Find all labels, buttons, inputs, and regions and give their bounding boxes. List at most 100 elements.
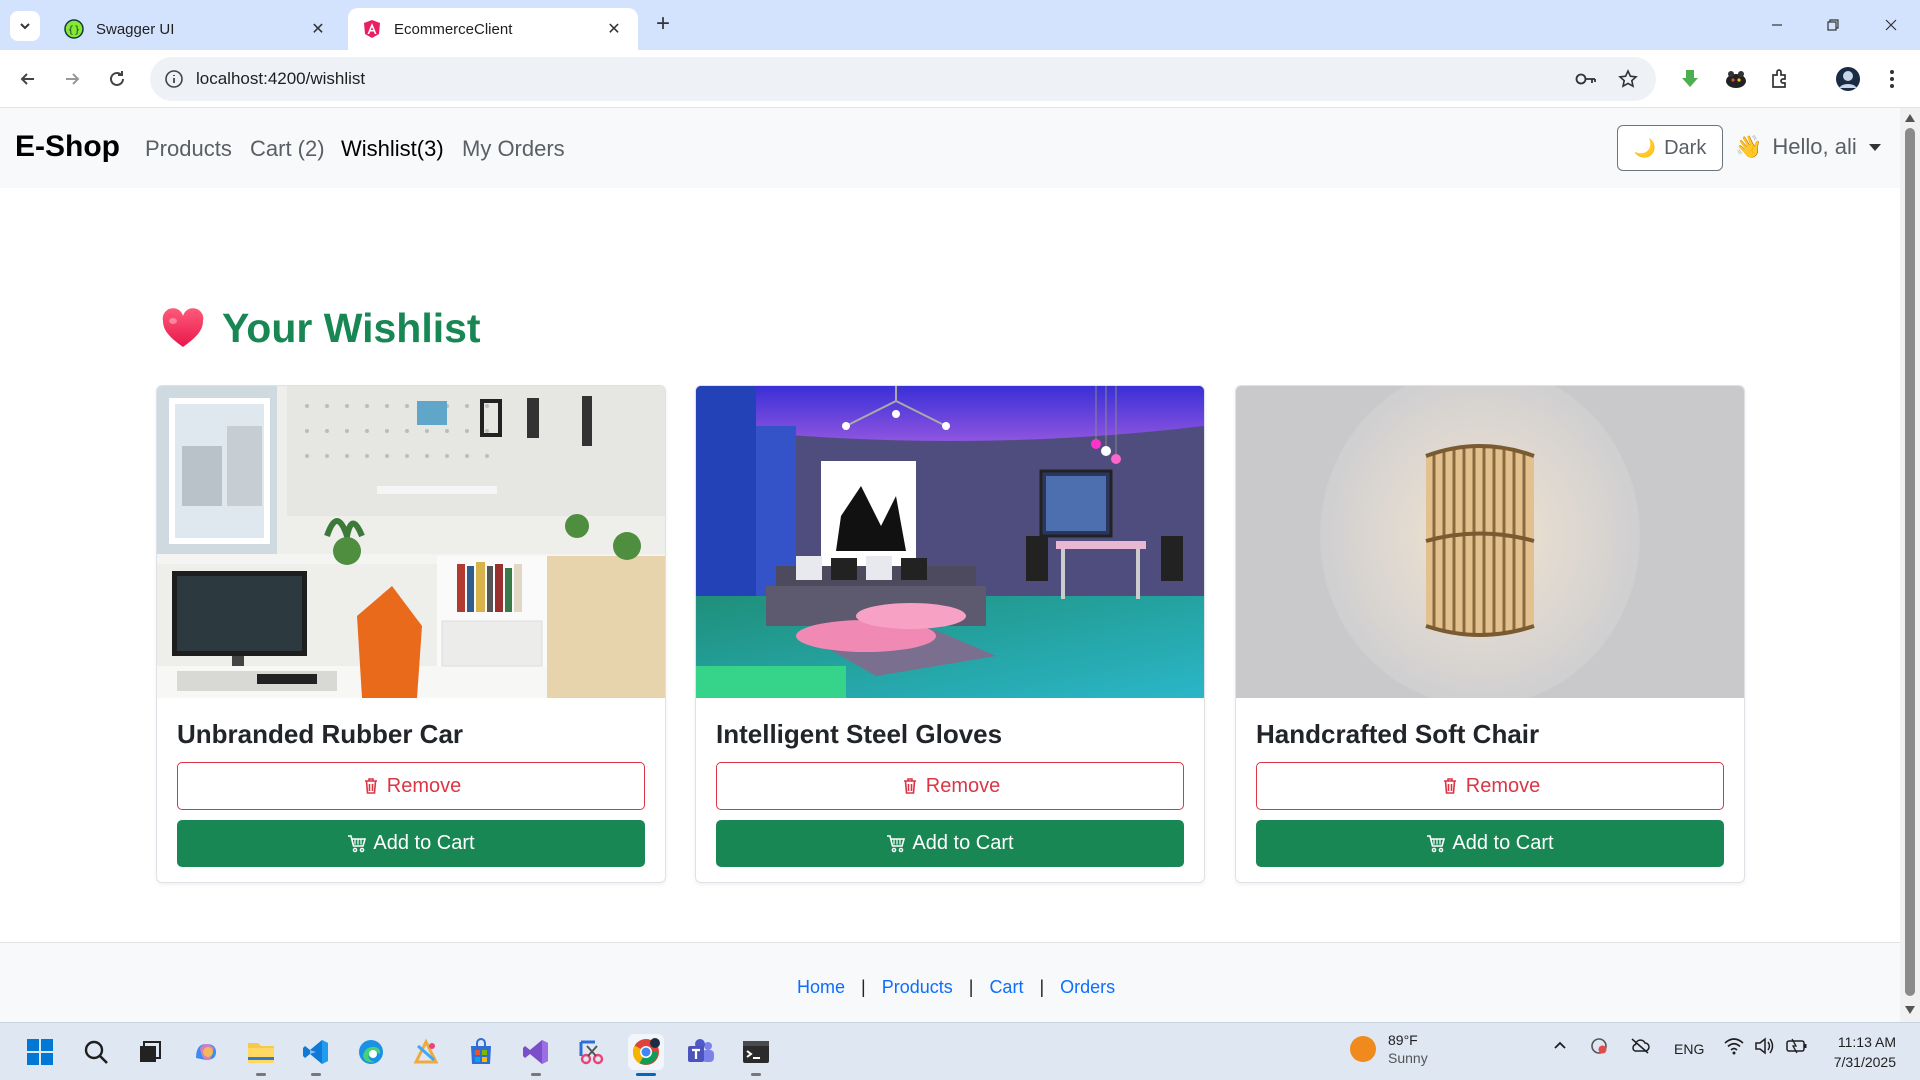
remove-button[interactable]: Remove: [177, 762, 645, 810]
close-icon[interactable]: ✕: [308, 19, 328, 39]
close-icon[interactable]: ✕: [604, 19, 624, 39]
wifi-icon[interactable]: [1724, 1037, 1744, 1058]
tab-ecommerce-client[interactable]: EcommerceClient ✕: [348, 8, 638, 50]
weather-description: Sunny: [1388, 1050, 1428, 1066]
card-body: Handcrafted Soft Chair Remove Add to Car…: [1256, 714, 1724, 867]
chrome-browser-icon[interactable]: [628, 1034, 664, 1076]
remove-button[interactable]: Remove: [716, 762, 1184, 810]
search-icon[interactable]: [78, 1034, 114, 1070]
bookmark-star-icon[interactable]: [1616, 69, 1640, 89]
password-key-icon[interactable]: [1574, 69, 1598, 89]
nav-link-cart[interactable]: Cart (2): [250, 136, 325, 162]
cart-icon: [348, 834, 367, 852]
user-dropdown[interactable]: 👋 Hello, ali: [1735, 134, 1881, 160]
nav-link-wishlist[interactable]: Wishlist(3): [341, 136, 444, 162]
address-bar[interactable]: localhost:4200/wishlist: [150, 57, 1656, 101]
remove-button[interactable]: Remove: [1256, 762, 1724, 810]
remove-label: Remove: [386, 774, 462, 797]
footer-links: Home | Products | Cart | Orders: [797, 977, 1115, 998]
cart-label: Add to Cart: [1452, 832, 1554, 854]
wishlist-card: Intelligent Steel Gloves Remove Add to C…: [695, 385, 1205, 883]
edge-browser-icon[interactable]: [353, 1034, 389, 1070]
footer-link-cart[interactable]: Cart: [989, 977, 1023, 998]
puzzle-extensions-icon[interactable]: [1764, 63, 1796, 95]
footer-link-home[interactable]: Home: [797, 977, 845, 998]
footer-link-products[interactable]: Products: [882, 977, 953, 998]
file-explorer-icon[interactable]: [243, 1034, 279, 1076]
cart-icon: [1427, 834, 1446, 852]
user-greeting: Hello, ali: [1772, 134, 1857, 159]
trash-icon: [1443, 778, 1456, 794]
copilot-icon[interactable]: [188, 1034, 224, 1070]
remove-label: Remove: [925, 774, 1001, 797]
add-to-cart-button[interactable]: Add to Cart: [1256, 820, 1724, 867]
nav-link-products[interactable]: Products: [145, 136, 232, 162]
weather-temperature: 89°F: [1388, 1032, 1418, 1048]
page-title: Your Wishlist: [222, 305, 481, 351]
add-to-cart-button[interactable]: Add to Cart: [177, 820, 645, 867]
store-icon[interactable]: [463, 1034, 499, 1070]
product-image[interactable]: [157, 386, 665, 698]
teams-icon[interactable]: [683, 1034, 719, 1070]
url-text[interactable]: localhost:4200/wishlist: [196, 69, 365, 89]
site-footer: Home | Products | Cart | Orders: [0, 942, 1900, 1022]
new-tab-plus-icon[interactable]: +: [650, 12, 676, 38]
visual-studio-icon[interactable]: [518, 1034, 554, 1076]
chevron-up-icon[interactable]: [1552, 1037, 1568, 1056]
scroll-down-arrow-icon[interactable]: [1905, 1006, 1915, 1014]
reload-icon[interactable]: [101, 63, 133, 95]
download-extension-icon[interactable]: [1674, 63, 1706, 95]
tab-swagger-ui[interactable]: {} Swagger UI ✕: [50, 8, 342, 50]
add-to-cart-button[interactable]: Add to Cart: [716, 820, 1184, 867]
back-arrow-icon[interactable]: [12, 63, 44, 95]
minimize-icon[interactable]: [1762, 12, 1792, 38]
language-indicator[interactable]: ENG: [1674, 1041, 1704, 1057]
caret-down-icon: [1868, 143, 1881, 151]
card-body: Intelligent Steel Gloves Remove Add to C…: [716, 714, 1184, 867]
site-info-icon[interactable]: [164, 69, 184, 89]
vscode-icon[interactable]: [298, 1034, 334, 1076]
cloud-offline-icon[interactable]: [1630, 1037, 1650, 1058]
battery-icon[interactable]: [1786, 1037, 1808, 1058]
restore-icon[interactable]: [1818, 12, 1848, 38]
running-indicator: [751, 1073, 761, 1076]
scroll-up-arrow-icon[interactable]: [1905, 114, 1915, 122]
swagger-favicon-icon: {}: [64, 19, 84, 39]
weather-widget[interactable]: 89°F Sunny: [1350, 1031, 1428, 1067]
page-scrollbar[interactable]: [1900, 108, 1920, 1022]
footer-link-orders[interactable]: Orders: [1060, 977, 1115, 998]
running-indicator: [531, 1073, 541, 1076]
task-view-icon[interactable]: [132, 1034, 168, 1070]
running-indicator: [636, 1073, 656, 1076]
product-name: Handcrafted Soft Chair: [1256, 719, 1540, 749]
product-image[interactable]: [1236, 386, 1744, 698]
volume-icon[interactable]: [1754, 1037, 1774, 1058]
brand-logo[interactable]: E-Shop: [15, 130, 120, 164]
scroll-thumb[interactable]: [1905, 128, 1915, 996]
dark-mode-toggle-button[interactable]: 🌙 Dark: [1617, 125, 1723, 171]
window-close-icon[interactable]: [1876, 12, 1906, 38]
nav-link-my-orders[interactable]: My Orders: [462, 136, 565, 162]
terminal-icon[interactable]: [738, 1034, 774, 1076]
product-image[interactable]: [696, 386, 1204, 698]
windows-taskbar: 89°F Sunny ENG 11:13 AM 7/31/2025: [0, 1022, 1920, 1080]
system-clock[interactable]: 11:13 AM 7/31/2025: [1820, 1032, 1896, 1072]
chevron-down-icon: [20, 23, 30, 30]
card-body: Unbranded Rubber Car Remove Add to Cart: [177, 714, 645, 867]
running-indicator: [256, 1073, 266, 1076]
security-shield-icon[interactable]: [1590, 1037, 1608, 1058]
extension-icon[interactable]: [1720, 63, 1752, 95]
profile-avatar[interactable]: [1832, 63, 1864, 95]
remove-label: Remove: [1465, 774, 1541, 797]
tab-search-button[interactable]: [10, 11, 40, 41]
browser-menu-icon[interactable]: [1876, 63, 1908, 95]
snipping-tool-icon[interactable]: [573, 1034, 609, 1070]
footer-separator: |: [968, 977, 974, 997]
forward-arrow-icon[interactable]: [56, 63, 88, 95]
photo-app-icon[interactable]: [408, 1034, 444, 1070]
heart-icon: [162, 307, 204, 347]
wishlist-card: Unbranded Rubber Car Remove Add to Cart: [156, 385, 666, 883]
windows-start-icon[interactable]: [22, 1034, 58, 1070]
footer-separator: |: [861, 977, 866, 997]
cart-icon: [887, 834, 906, 852]
